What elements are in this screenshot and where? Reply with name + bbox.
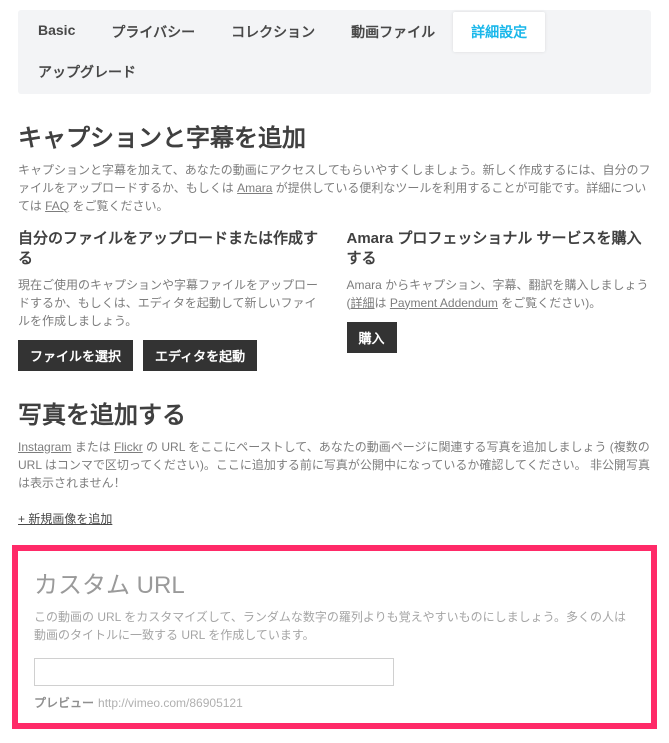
upload-desc: 現在ご使用のキャプションや字幕ファイルをアップロードするか、もしくは、エディタを… <box>18 276 323 330</box>
tab-collection[interactable]: コレクション <box>213 12 333 52</box>
upload-heading: 自分のファイルをアップロードまたは作成する <box>18 229 323 270</box>
custom-url-section: カスタム URL この動画の URL をカスタマイズして、ランダムな数字の羅列よ… <box>12 545 657 729</box>
captions-upload-col: 自分のファイルをアップロードまたは作成する 現在ご使用のキャプションや字幕ファイ… <box>18 229 323 371</box>
amara-heading: Amara プロフェッショナル サービスを購入する <box>347 229 652 270</box>
captions-amara-col: Amara プロフェッショナル サービスを購入する Amara からキャプション… <box>347 229 652 371</box>
upload-buttons: ファイルを選択 エディタを起動 <box>18 340 323 371</box>
captions-columns: 自分のファイルをアップロードまたは作成する 現在ご使用のキャプションや字幕ファイ… <box>18 229 651 371</box>
settings-tabs: Basic プライバシー コレクション 動画ファイル 詳細設定 アップグレード <box>18 10 651 94</box>
purchase-button[interactable]: 購入 <box>347 322 397 353</box>
tab-advanced[interactable]: 詳細設定 <box>453 12 545 52</box>
instagram-link[interactable]: Instagram <box>18 440 71 454</box>
choose-file-button[interactable]: ファイルを選択 <box>18 340 133 371</box>
captions-faq-link[interactable]: FAQ <box>45 199 69 213</box>
add-new-image-link[interactable]: + 新規画像を追加 <box>18 510 112 527</box>
amara-desc-mid: は <box>375 296 390 310</box>
custom-url-heading: カスタム URL <box>34 565 635 600</box>
photos-description: Instagram または Flickr の URL をここにペーストして、あな… <box>18 438 651 492</box>
amara-details-link[interactable]: 詳細 <box>351 296 375 310</box>
preview-url: http://vimeo.com/86905121 <box>98 696 243 710</box>
amara-payment-link[interactable]: Payment Addendum <box>390 296 498 310</box>
custom-url-desc: この動画の URL をカスタマイズして、ランダムな数字の羅列よりも覚えやすいもの… <box>34 608 635 644</box>
flickr-link[interactable]: Flickr <box>114 440 143 454</box>
amara-buttons: 購入 <box>347 322 652 353</box>
amara-desc-post: をご覧ください)。 <box>498 296 601 310</box>
tab-video-file[interactable]: 動画ファイル <box>333 12 453 52</box>
captions-desc-text3: をご覧ください。 <box>69 199 168 213</box>
photos-heading: 写真を追加する <box>18 395 651 430</box>
launch-editor-button[interactable]: エディタを起動 <box>143 340 257 371</box>
captions-heading: キャプションと字幕を追加 <box>18 118 651 153</box>
custom-url-preview: プレビュー http://vimeo.com/86905121 <box>34 694 635 711</box>
amara-desc: Amara からキャプション、字幕、翻訳を購入しましょう (詳細は Paymen… <box>347 276 652 312</box>
captions-description: キャプションと字幕を加えて、あなたの動画にアクセスしてもらいやすくしましょう。新… <box>18 161 651 215</box>
custom-url-input[interactable] <box>34 658 394 686</box>
preview-label: プレビュー <box>34 696 94 710</box>
photos-mid1: または <box>71 440 114 454</box>
captions-amara-link[interactable]: Amara <box>237 181 272 195</box>
tab-basic[interactable]: Basic <box>20 12 93 52</box>
tab-privacy[interactable]: プライバシー <box>93 12 213 52</box>
tab-upgrade[interactable]: アップグレード <box>20 52 154 92</box>
